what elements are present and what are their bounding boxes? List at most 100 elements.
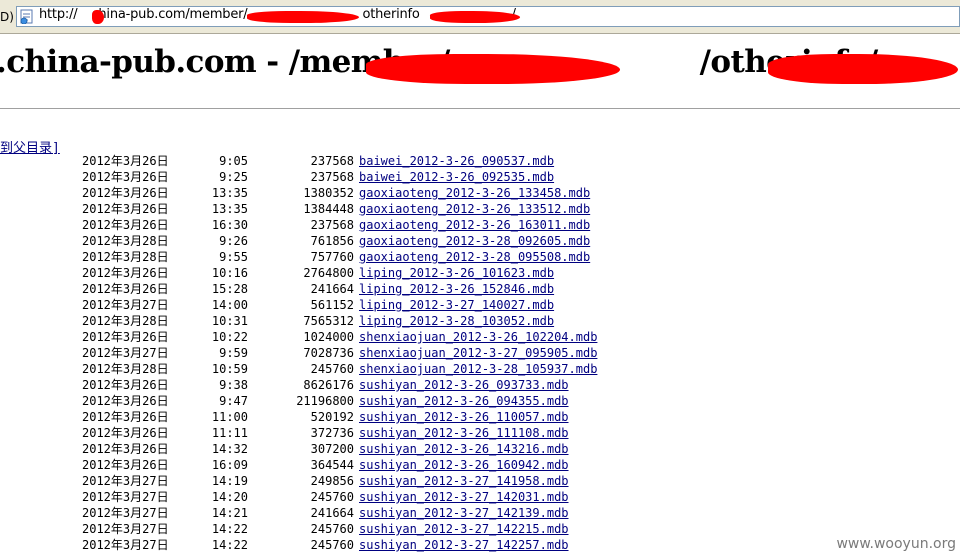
file-link[interactable]: baiwei_2012-3-26_090537.mdb [359,153,554,169]
file-row: 2012年3月26日 11:11 372736 sushiyan_2012-3-26_… [0,425,700,441]
page-icon [20,9,33,24]
url-host: china-pub.com/member/ [91,7,248,22]
file-date: 2012年3月26日 [82,378,169,392]
file-date: 2012年3月26日 [82,442,169,456]
file-date: 2012年3月26日 [82,330,169,344]
file-size: 1024000 [303,330,354,344]
file-date: 2012年3月26日 [82,426,169,440]
file-link[interactable]: sushiyan_2012-3-27_142139.mdb [359,505,569,521]
file-row: 2012年3月26日 13:35 1380352 gaoxiaoteng_2012-3… [0,185,700,201]
file-link[interactable]: gaoxiaoteng_2012-3-26_133458.mdb [359,185,590,201]
file-date: 2012年3月26日 [82,394,169,408]
file-row: 2012年3月27日 14:00 561152 liping_2012-3-27_14… [0,297,700,313]
file-size: 372736 [310,426,354,440]
file-size: 307200 [310,442,354,456]
file-time: 10:22 [211,330,248,344]
file-time: 14:20 [211,490,248,504]
url-otherinfo: otherinfo [362,7,420,22]
file-time: 9:25 [219,170,248,184]
file-link[interactable]: sushiyan_2012-3-26_093733.mdb [359,377,569,393]
file-date: 2012年3月26日 [82,154,169,168]
file-time: 11:00 [211,410,248,424]
file-time: 10:59 [211,362,248,376]
file-size: 364544 [310,458,354,472]
file-time: 14:21 [211,506,248,520]
file-link[interactable]: liping_2012-3-26_101623.mdb [359,265,554,281]
file-time: 16:09 [211,458,248,472]
file-row: 2012年3月27日 14:21 241664 sushiyan_2012-3-27_… [0,505,700,521]
file-size: 7565312 [303,314,354,328]
file-date: 2012年3月28日 [82,234,169,248]
file-size: 245760 [310,362,354,376]
file-size: 1380352 [303,186,354,200]
file-row: 2012年3月27日 14:22 245760 sushiyan_2012-3-27_… [0,521,700,537]
file-size: 21196800 [296,394,354,408]
url-redaction-mark-2 [247,11,359,23]
heading-divider [0,108,960,109]
file-row: 2012年3月26日 13:35 1384448 gaoxiaoteng_2012-3… [0,201,700,217]
file-link[interactable]: sushiyan_2012-3-26_160942.mdb [359,457,569,473]
file-time: 9:26 [219,234,248,248]
file-size: 237568 [310,154,354,168]
file-time: 9:38 [219,378,248,392]
url-input[interactable]: http://china-pub.com/member/otherinfo/ [16,6,960,27]
file-row: 2012年3月26日 9:38 8626176 sushiyan_2012-3-26_… [0,377,700,393]
file-date: 2012年3月26日 [82,266,169,280]
file-link[interactable]: gaoxiaoteng_2012-3-28_092605.mdb [359,233,590,249]
file-row: 2012年3月28日 9:55 757760 gaoxiaoteng_2012-3-2… [0,249,700,265]
file-link[interactable]: liping_2012-3-27_140027.mdb [359,297,554,313]
file-link[interactable]: sushiyan_2012-3-27_141958.mdb [359,473,569,489]
file-link[interactable]: sushiyan_2012-3-26_143216.mdb [359,441,569,457]
file-row: 2012年3月26日 10:22 1024000 shenxiaojuan_2012-… [0,329,700,345]
file-link[interactable]: baiwei_2012-3-26_092535.mdb [359,169,554,185]
title-redaction-mark-1 [366,54,620,84]
address-label: D) [0,10,14,24]
file-size: 245760 [310,490,354,504]
file-size: 249856 [310,474,354,488]
file-row: 2012年3月27日 14:22 245760 sushiyan_2012-3-27_… [0,537,700,553]
file-row: 2012年3月27日 14:20 245760 sushiyan_2012-3-27_… [0,489,700,505]
file-link[interactable]: sushiyan_2012-3-26_111108.mdb [359,425,569,441]
file-link[interactable]: sushiyan_2012-3-26_094355.mdb [359,393,569,409]
file-size: 245760 [310,522,354,536]
file-date: 2012年3月27日 [82,298,169,312]
file-size: 241664 [310,506,354,520]
file-time: 14:00 [211,298,248,312]
file-time: 9:05 [219,154,248,168]
file-size: 237568 [310,218,354,232]
file-date: 2012年3月27日 [82,346,169,360]
file-row: 2012年3月27日 14:19 249856 sushiyan_2012-3-27_… [0,473,700,489]
file-link[interactable]: liping_2012-3-26_152846.mdb [359,281,554,297]
file-link[interactable]: shenxiaojuan_2012-3-28_105937.mdb [359,361,597,377]
file-time: 9:55 [219,250,248,264]
file-size: 245760 [310,538,354,552]
file-date: 2012年3月27日 [82,490,169,504]
watermark: www.wooyun.org [836,536,956,552]
file-date: 2012年3月27日 [82,474,169,488]
file-link[interactable]: shenxiaojuan_2012-3-27_095905.mdb [359,345,597,361]
file-time: 14:22 [211,538,248,552]
file-row: 2012年3月27日 9:59 7028736 shenxiaojuan_2012-3… [0,345,700,361]
file-time: 10:16 [211,266,248,280]
file-date: 2012年3月26日 [82,282,169,296]
file-date: 2012年3月27日 [82,522,169,536]
file-link[interactable]: shenxiaojuan_2012-3-26_102204.mdb [359,329,597,345]
file-link[interactable]: gaoxiaoteng_2012-3-26_133512.mdb [359,201,590,217]
title-redaction-mark-2 [768,54,958,84]
file-row: 2012年3月28日 10:31 7565312 liping_2012-3-28_1… [0,313,700,329]
file-link[interactable]: sushiyan_2012-3-27_142215.mdb [359,521,569,537]
file-row: 2012年3月26日 9:05 237568 baiwei_2012-3-26_090… [0,153,700,169]
file-link[interactable]: liping_2012-3-28_103052.mdb [359,313,554,329]
file-link[interactable]: gaoxiaoteng_2012-3-26_163011.mdb [359,217,590,233]
file-link[interactable]: sushiyan_2012-3-27_142031.mdb [359,489,569,505]
file-size: 2764800 [303,266,354,280]
file-date: 2012年3月26日 [82,458,169,472]
file-link[interactable]: gaoxiaoteng_2012-3-28_095508.mdb [359,249,590,265]
file-link[interactable]: sushiyan_2012-3-26_110057.mdb [359,409,569,425]
file-link[interactable]: sushiyan_2012-3-27_142257.mdb [359,537,569,553]
url-redaction-mark-1 [92,10,104,24]
file-row: 2012年3月26日 16:09 364544 sushiyan_2012-3-26_… [0,457,700,473]
file-row: 2012年3月26日 10:16 2764800 liping_2012-3-26_1… [0,265,700,281]
file-row: 2012年3月26日 11:00 520192 sushiyan_2012-3-26_… [0,409,700,425]
file-size: 237568 [310,170,354,184]
